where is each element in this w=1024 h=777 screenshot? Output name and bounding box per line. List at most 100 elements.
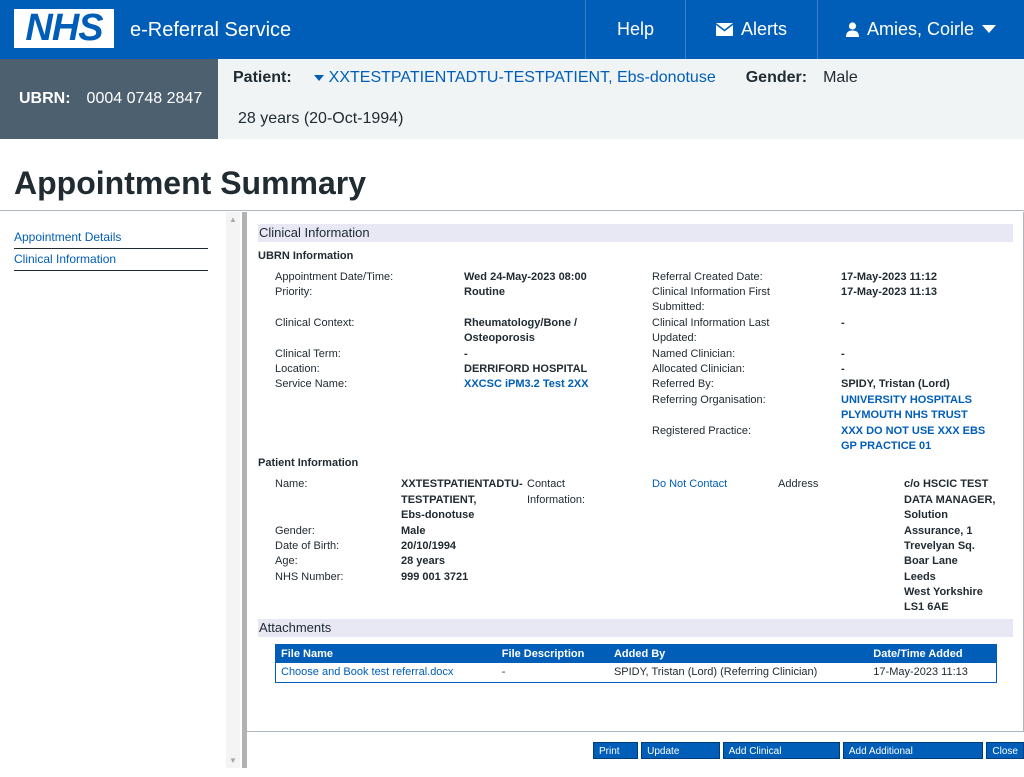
named-clinician-label: Named Clinician: [652, 348, 736, 360]
address-line-8: West Yorkshire [904, 586, 983, 598]
priority-value: Routine [464, 286, 505, 298]
ubrn-label: UBRN: [19, 90, 71, 107]
clinical-information-header: Clinical Information [258, 224, 1013, 242]
nhs-number-value: 999 001 3721 [401, 571, 469, 583]
patient-information-heading: Patient Information [258, 457, 359, 469]
dob-label: Date of Birth: [275, 540, 340, 552]
patient-name-value-3: Ebs-donotuse [401, 509, 475, 521]
patient-gender-value: Male [401, 525, 426, 537]
update-person-button[interactable]: Update Person [641, 742, 720, 774]
allocated-clinician-label: Allocated Clinician: [652, 363, 745, 375]
top-navbar: NHS e-Referral Service Help Alerts Amies… [0, 0, 1024, 59]
side-navigation: Appointment Details Clinical Information [14, 227, 208, 271]
add-clinical-information-button[interactable]: Add Clinical Information [722, 742, 840, 774]
help-button[interactable]: Help [585, 0, 685, 59]
registered-practice-label: Registered Practice: [652, 425, 752, 437]
service-name: e-Referral Service [130, 19, 292, 41]
ubrn-value: 0004 0748 2847 [86, 90, 203, 107]
first-submitted-value: 17-May-2023 11:13 [841, 286, 938, 298]
address-line-3: Solution [904, 509, 948, 521]
ubrn-banner: UBRN: 0004 0748 2847 [0, 59, 218, 139]
address-line-1: c/o HSCIC TEST [904, 478, 989, 490]
contact-info-label-1: Contact [527, 478, 565, 490]
attachments-header: Attachments [258, 619, 1013, 637]
attachment-description: - [501, 666, 506, 679]
registered-practice-link-1[interactable]: XXX DO NOT USE XXX EBS [841, 424, 985, 439]
divider [0, 210, 1024, 211]
clinical-context-label: Clinical Context: [275, 317, 355, 329]
age-value: 28 years [401, 555, 446, 567]
user-menu-button[interactable]: Amies, Coirle [817, 0, 1024, 59]
table-row: Choose and Book test referral.docx - SPI… [276, 663, 997, 683]
attachments-table: File Name File Description Added By Date… [275, 644, 997, 683]
envelope-icon [715, 23, 733, 36]
last-updated-value: - [841, 317, 845, 329]
clinical-term-value: - [464, 348, 468, 360]
patient-age: 28 years (20-Oct-1994) [238, 110, 404, 127]
column-header-date-added[interactable]: Date/Time Added [868, 644, 997, 663]
sidebar-item-appointment-details[interactable]: Appointment Details [14, 227, 208, 249]
address-line-4: Assurance, 1 [904, 525, 973, 537]
location-label: Location: [275, 363, 320, 375]
last-updated-label-1: Clinical Information Last [652, 317, 770, 329]
column-header-file-description[interactable]: File Description [496, 644, 609, 663]
contact-info-link[interactable]: Do Not Contact [652, 477, 727, 492]
scroll-up-icon[interactable]: ▲ [229, 215, 237, 224]
patient-name-label: Name: [275, 478, 308, 490]
sidebar-scrollbar[interactable]: ▲ ▼ [226, 212, 240, 768]
registered-practice-link-2[interactable]: GP PRACTICE 01 [841, 439, 931, 454]
chevron-down-icon [982, 25, 997, 33]
last-updated-label-2: Updated: [652, 332, 697, 344]
clinical-context-value-2: Osteoporosis [464, 332, 535, 344]
column-header-added-by[interactable]: Added By [608, 644, 869, 663]
service-name-link[interactable]: XXCSC iPM3.2 Test 2XX [464, 377, 589, 392]
contact-info-label-2: Information: [527, 494, 586, 506]
gender-label: Gender: [745, 69, 808, 86]
first-submitted-label-2: Submitted: [652, 301, 705, 313]
attachment-added-by: SPIDY, Tristan (Lord) (Referring Clinici… [613, 666, 818, 679]
column-header-file-name[interactable]: File Name [275, 644, 497, 663]
referred-by-value: SPIDY, Tristan (Lord) [841, 378, 950, 390]
sidebar-item-clinical-information[interactable]: Clinical Information [14, 249, 208, 271]
appt-date-label: Appointment Date/Time: [275, 271, 394, 283]
appt-date-value: Wed 24-May-2023 08:00 [464, 271, 587, 283]
referral-created-label: Referral Created Date: [652, 271, 763, 283]
print-button[interactable]: Print ▼ [593, 742, 639, 774]
user-icon [845, 22, 859, 37]
location-value: DERRIFORD HOSPITAL [464, 363, 588, 375]
service-name-label: Service Name: [275, 378, 348, 390]
address-line-2: DATA MANAGER, [904, 494, 996, 506]
allocated-clinician-value: - [841, 363, 845, 375]
ubrn-information-heading: UBRN Information [258, 250, 354, 262]
table-header-row: File Name File Description Added By Date… [275, 644, 997, 663]
address-line-7: Leeds [904, 571, 936, 583]
referred-by-label: Referred By: [652, 378, 714, 390]
first-submitted-label-1: Clinical Information First [652, 286, 770, 298]
scroll-down-icon[interactable]: ▼ [229, 756, 237, 765]
address-label: Address [778, 478, 819, 490]
close-button[interactable]: Close [986, 742, 1024, 759]
attachment-date: 17-May-2023 11:13 [873, 666, 968, 679]
gender-value: Male [823, 69, 858, 86]
alerts-button[interactable]: Alerts [685, 0, 817, 59]
dob-value: 20/10/1994 [401, 540, 457, 552]
caret-down-icon [313, 74, 324, 81]
add-additional-requirements-button[interactable]: Add Additional Requirements [842, 742, 984, 774]
age-label: Age: [275, 555, 298, 567]
nhs-logo[interactable]: NHS [14, 9, 114, 48]
action-button-bar: Print ▼ Update Person Add Clinical Infor… [593, 742, 1024, 774]
patient-label: Patient: [233, 69, 292, 86]
address-line-5: Trevelyan Sq. [904, 540, 975, 552]
patient-name-value-1: XXTESTPATIENTADTU- [401, 478, 523, 490]
referral-created-value: 17-May-2023 11:12 [841, 271, 938, 283]
referring-org-link-2[interactable]: PLYMOUTH NHS TRUST [841, 408, 968, 423]
referring-org-link-1[interactable]: UNIVERSITY HOSPITALS [841, 393, 972, 408]
referring-org-label: Referring Organisation: [652, 394, 766, 406]
priority-label: Priority: [275, 286, 313, 298]
patient-name-value-2: TESTPATIENT, [401, 494, 477, 506]
address-line-6: Boar Lane [904, 555, 958, 567]
attachment-file-link[interactable]: Choose and Book test referral.docx [276, 663, 497, 683]
patient-name-dropdown[interactable]: XXTESTPATIENTADTU-TESTPATIENT, Ebs-donot… [313, 69, 716, 87]
clinical-term-label: Clinical Term: [275, 348, 341, 360]
named-clinician-value: - [841, 348, 845, 360]
